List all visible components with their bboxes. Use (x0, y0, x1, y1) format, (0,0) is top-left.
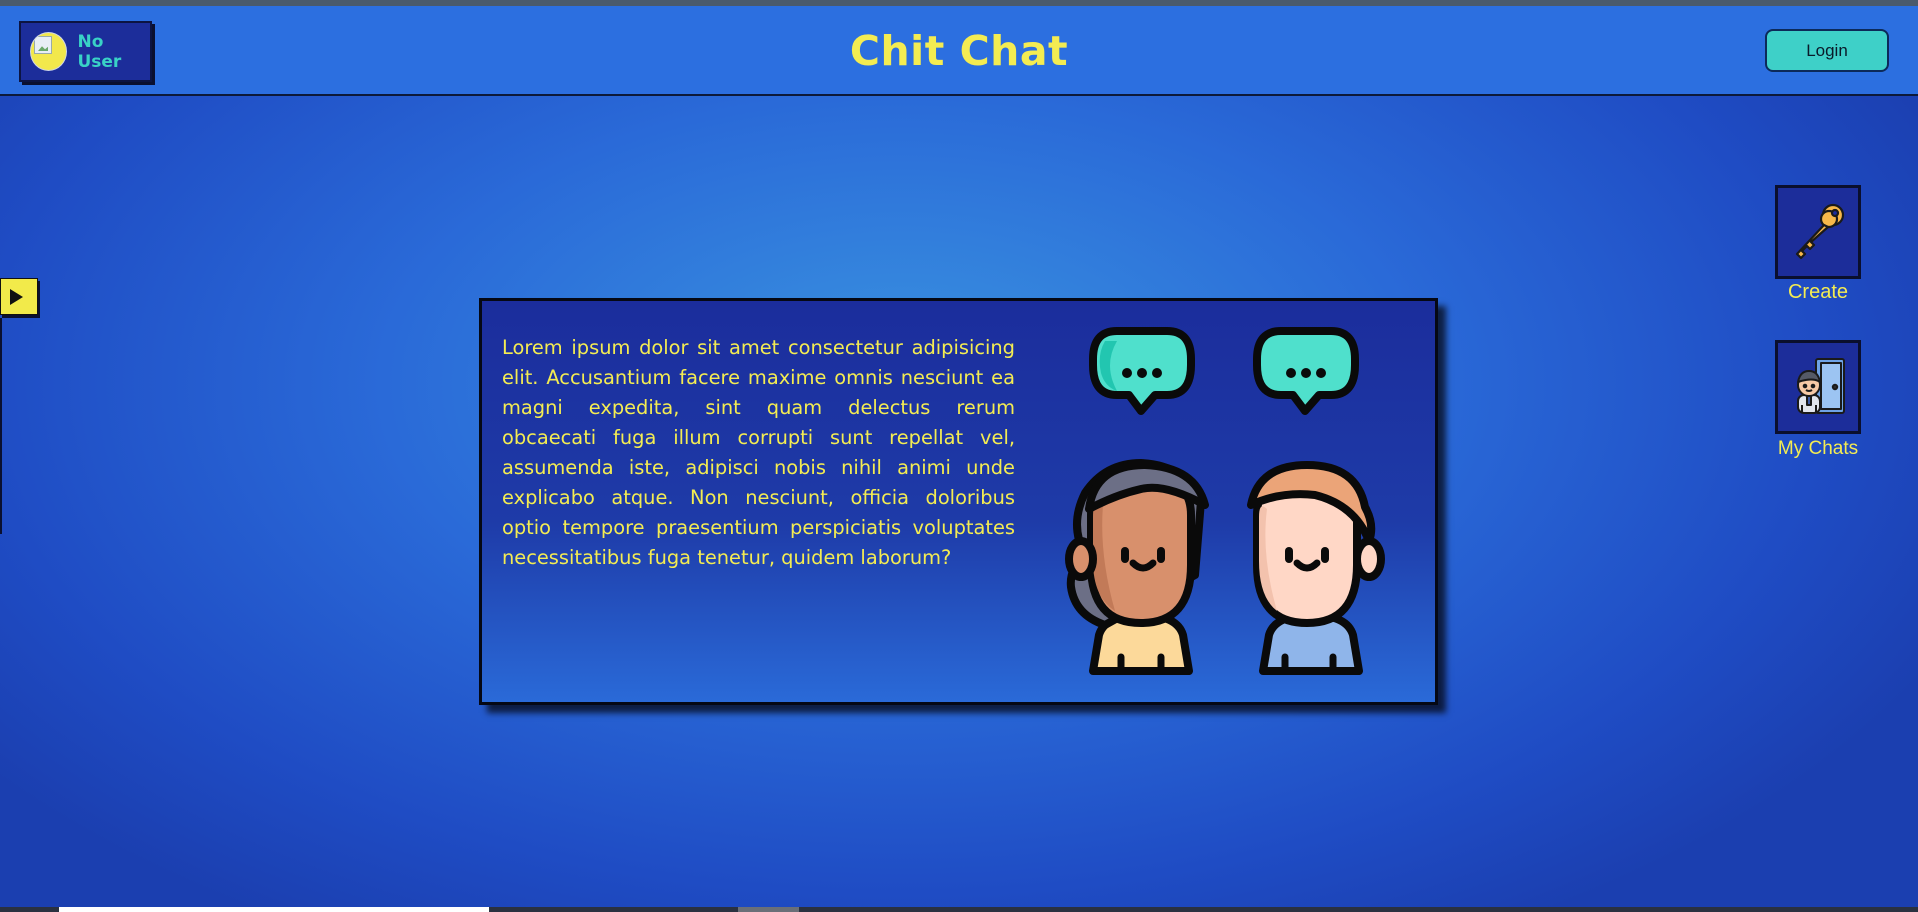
my-chats-label: My Chats (1777, 438, 1859, 459)
person-door-icon (1797, 358, 1845, 414)
sidebar-item-create[interactable]: Create (1774, 185, 1862, 304)
sidebar-item-my-chats[interactable]: My Chats (1774, 340, 1862, 460)
intro-text: Lorem ipsum dolor sit amet consectetur a… (502, 336, 1015, 569)
intro-card: Lorem ipsum dolor sit amet consectetur a… (479, 298, 1438, 705)
drawer-edge (0, 318, 2, 534)
key-icon (1795, 203, 1845, 260)
create-label: Create (1787, 281, 1849, 303)
taskbar-strip (0, 907, 1918, 912)
taskbar-segment (738, 907, 799, 912)
drawer-toggle-button[interactable] (0, 278, 38, 315)
create-tile[interactable] (1775, 185, 1861, 279)
login-button[interactable]: Login (1765, 29, 1889, 72)
app-title: Chit Chat (849, 27, 1069, 75)
two-people-chatting-illustration (1065, 327, 1385, 675)
app-header: No User Chit Chat Login (0, 6, 1918, 96)
my-chats-tile[interactable] (1775, 340, 1861, 434)
taskbar-segment (59, 907, 489, 912)
play-arrow-icon (9, 288, 23, 305)
